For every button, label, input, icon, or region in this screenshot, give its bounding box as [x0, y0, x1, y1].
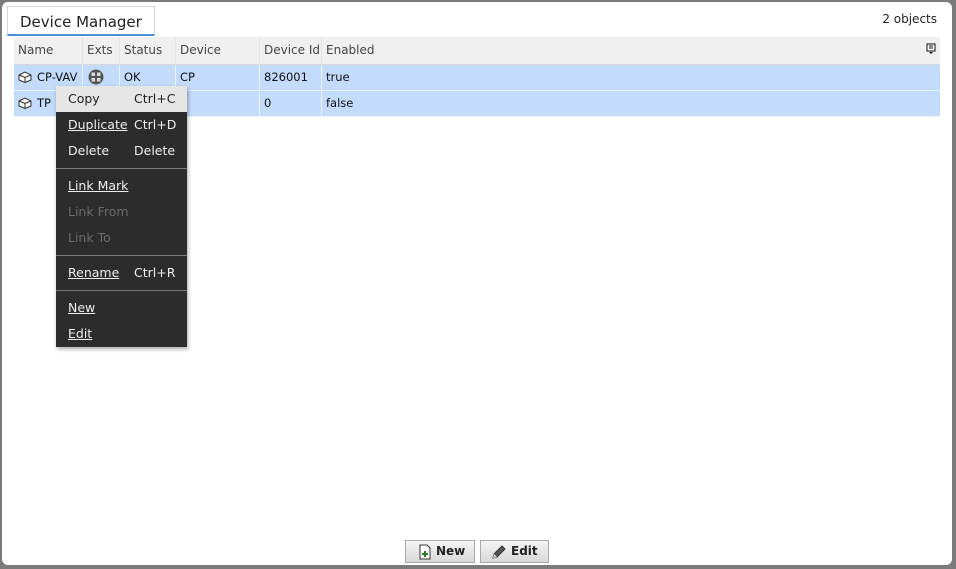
menu-item-new[interactable]: New	[56, 295, 187, 321]
menu-item-link-from: Link From	[56, 199, 187, 225]
edit-button[interactable]: Edit	[480, 540, 549, 563]
menu-separator	[56, 168, 187, 169]
extensions-icon[interactable]	[88, 69, 104, 85]
menu-item-edit[interactable]: Edit	[56, 321, 187, 347]
new-button[interactable]: New	[405, 540, 475, 563]
menu-item-duplicate[interactable]: Duplicate Ctrl+D	[56, 112, 187, 138]
new-button-label: New	[436, 544, 466, 558]
menu-item-label: Edit	[68, 326, 93, 341]
menu-item-label: Copy	[68, 91, 100, 106]
menu-item-label: New	[68, 300, 96, 315]
view-title-tab[interactable]: Device Manager	[7, 6, 155, 36]
menu-item-delete[interactable]: Delete Delete	[56, 138, 187, 164]
column-header-enabled[interactable]: Enabled	[322, 37, 922, 64]
menu-item-label: Delete	[68, 143, 110, 158]
menu-separator	[56, 255, 187, 256]
menu-item-shortcut: Ctrl+C	[134, 91, 176, 106]
column-header-name[interactable]: Name	[14, 37, 83, 64]
column-header-status[interactable]: Status	[120, 37, 176, 64]
device-name-text: TP	[37, 96, 51, 110]
menu-item-label: Link From	[68, 204, 129, 219]
menu-item-shortcut: Ctrl+R	[134, 265, 176, 280]
cell-device-id: 0	[260, 91, 322, 116]
menu-item-label: Duplicate	[68, 117, 128, 132]
menu-item-label: Link Mark	[68, 178, 129, 193]
device-icon	[18, 93, 32, 110]
pencil-icon	[491, 544, 507, 560]
table-header: Name Exts Status Device Name Device Id E…	[14, 37, 940, 84]
column-header-device-name[interactable]: Device Name	[176, 37, 260, 84]
new-document-icon	[417, 544, 433, 560]
column-header-device-id[interactable]: Device Id	[260, 37, 322, 64]
column-header-exts[interactable]: Exts	[83, 37, 120, 64]
cell-device-name: CP	[176, 65, 260, 90]
menu-item-link-mark[interactable]: Link Mark	[56, 173, 187, 199]
menu-item-link-to: Link To	[56, 225, 187, 251]
cell-enabled: false	[326, 96, 354, 110]
view-title: Device Manager	[20, 13, 142, 31]
menu-item-copy[interactable]: Copy Ctrl+C	[56, 86, 187, 112]
cell-enabled: true	[326, 70, 350, 84]
menu-separator	[56, 290, 187, 291]
device-name-text: CP-VAV	[37, 70, 78, 84]
menu-item-rename[interactable]: Rename Ctrl+R	[56, 260, 187, 286]
menu-item-shortcut: Delete	[134, 143, 176, 158]
menu-item-label: Link To	[68, 230, 111, 245]
context-menu: Copy Ctrl+C Duplicate Ctrl+D Delete Dele…	[56, 86, 187, 347]
device-icon	[18, 67, 32, 84]
action-button-bar: New Edit	[2, 538, 952, 564]
edit-button-label: Edit	[511, 544, 538, 558]
menu-item-shortcut: Ctrl+D	[134, 117, 177, 132]
menu-item-label: Rename	[68, 265, 120, 280]
object-count: 2 objects	[882, 12, 937, 26]
cell-device-name	[176, 91, 260, 116]
cell-device-id: 826001	[260, 65, 322, 90]
column-chooser-icon[interactable]	[926, 43, 937, 55]
